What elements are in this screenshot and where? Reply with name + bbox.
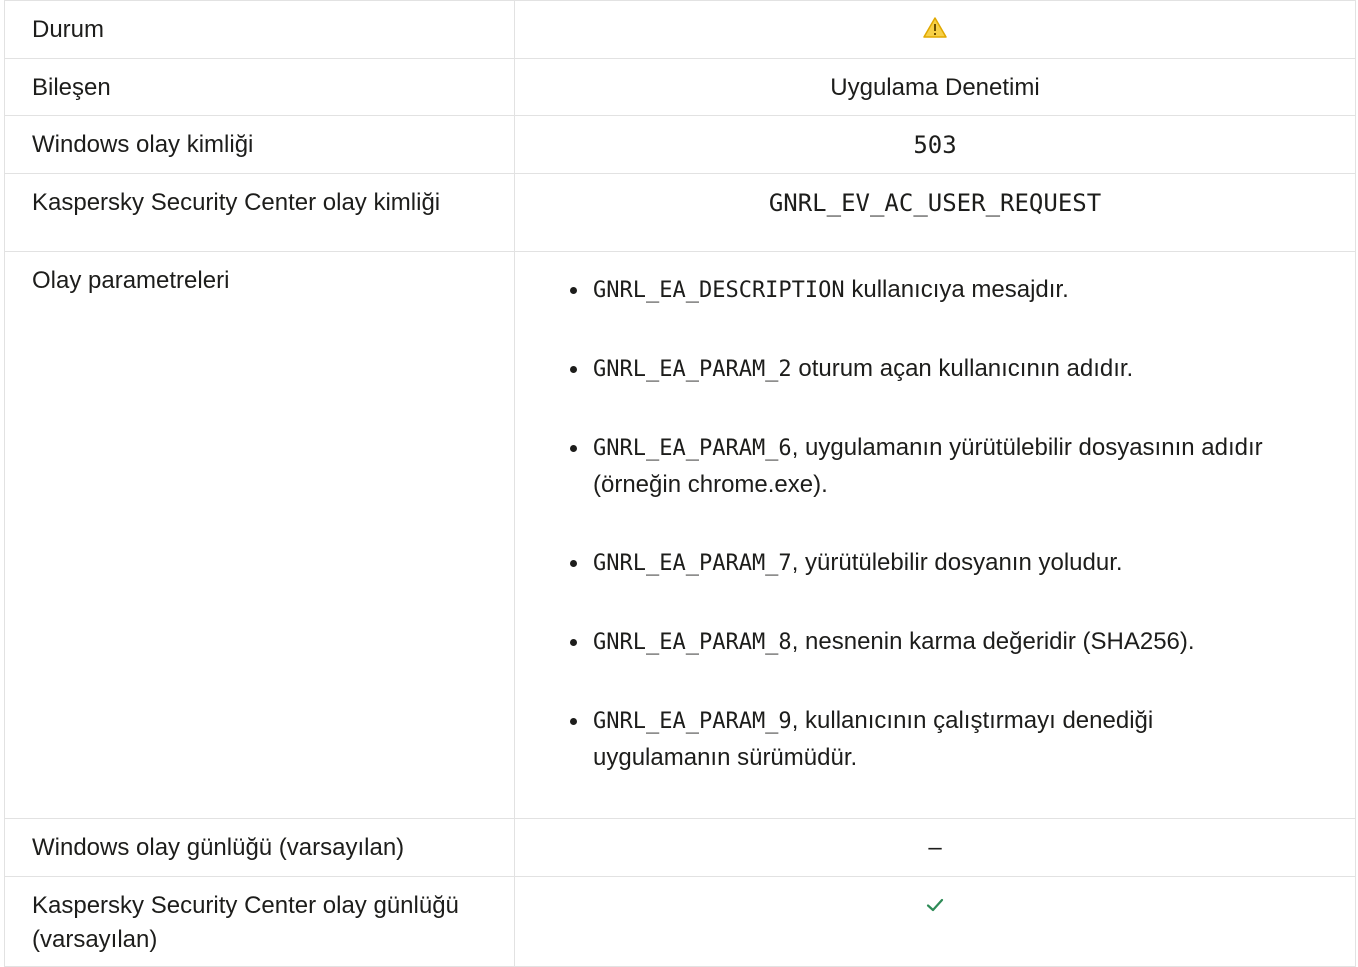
bullet-icon <box>570 366 577 373</box>
param-code: GNRL_EA_PARAM_7 <box>593 551 792 576</box>
status-value <box>514 0 1356 59</box>
windows-log-value: – <box>514 818 1356 877</box>
param-code: GNRL_EA_PARAM_8 <box>593 630 792 655</box>
table-row-windows-event-id: Windows olay kimliği 503 <box>4 115 1356 174</box>
param-text: kullanıcıya mesajdır. <box>844 276 1069 303</box>
ksc-event-id-label: Kaspersky Security Center olay kimliği <box>4 173 515 252</box>
param-item: GNRL_EA_PARAM_7, yürütülebilir dosyanın … <box>565 545 1295 582</box>
table-row-ksc-event-id: Kaspersky Security Center olay kimliği G… <box>4 173 1356 252</box>
table-row-component: Bileşen Uygulama Denetimi <box>4 58 1356 116</box>
table-row-windows-log: Windows olay günlüğü (varsayılan) – <box>4 818 1356 877</box>
dash-value: – <box>928 834 942 861</box>
param-text: oturum açan kullanıcının adıdır. <box>791 355 1134 382</box>
event-params-value: GNRL_EA_DESCRIPTION kullanıcıya mesajdır… <box>514 251 1356 819</box>
param-item: GNRL_EA_PARAM_9, kullanıcının çalıştırma… <box>565 703 1295 776</box>
table-row-event-params: Olay parametreleri GNRL_EA_DESCRIPTION k… <box>4 251 1356 819</box>
windows-event-id-label: Windows olay kimliği <box>4 115 515 174</box>
param-code: GNRL_EA_PARAM_2 <box>593 357 792 382</box>
event-details-table: Durum Bileşen Uygulama Denetimi Windows … <box>4 0 1356 967</box>
bullet-icon <box>570 445 577 452</box>
table-row-ksc-log: Kaspersky Security Center olay günlüğü (… <box>4 876 1356 967</box>
param-item: GNRL_EA_PARAM_8, nesnenin karma değeridi… <box>565 624 1295 661</box>
param-code: GNRL_EA_DESCRIPTION <box>593 278 845 303</box>
param-code: GNRL_EA_PARAM_6 <box>593 436 792 461</box>
table-row-status: Durum <box>4 0 1356 59</box>
bullet-icon <box>570 639 577 646</box>
windows-event-id-value: 503 <box>514 115 1356 174</box>
status-label: Durum <box>4 0 515 59</box>
ksc-log-value <box>514 876 1356 967</box>
warning-icon <box>923 17 947 38</box>
bullet-icon <box>570 287 577 294</box>
param-item: GNRL_EA_PARAM_6, uygulamanın yürütülebil… <box>565 430 1295 503</box>
param-item: GNRL_EA_PARAM_2 oturum açan kullanıcının… <box>565 351 1295 388</box>
component-label: Bileşen <box>4 58 515 116</box>
param-code: GNRL_EA_PARAM_9 <box>593 709 792 734</box>
ksc-event-id-value: GNRL_EV_AC_USER_REQUEST <box>514 173 1356 252</box>
windows-log-label: Windows olay günlüğü (varsayılan) <box>4 818 515 877</box>
param-item: GNRL_EA_DESCRIPTION kullanıcıya mesajdır… <box>565 272 1295 309</box>
ksc-log-label: Kaspersky Security Center olay günlüğü (… <box>4 876 515 967</box>
component-value: Uygulama Denetimi <box>514 58 1356 116</box>
bullet-icon <box>570 718 577 725</box>
bullet-icon <box>570 560 577 567</box>
event-params-label: Olay parametreleri <box>4 251 515 819</box>
param-text: , yürütülebilir dosyanın yoludur. <box>791 549 1123 576</box>
checkmark-icon <box>926 898 944 912</box>
param-list: GNRL_EA_DESCRIPTION kullanıcıya mesajdır… <box>565 272 1295 776</box>
param-text: , nesnenin karma değeridir (SHA256). <box>791 628 1195 655</box>
